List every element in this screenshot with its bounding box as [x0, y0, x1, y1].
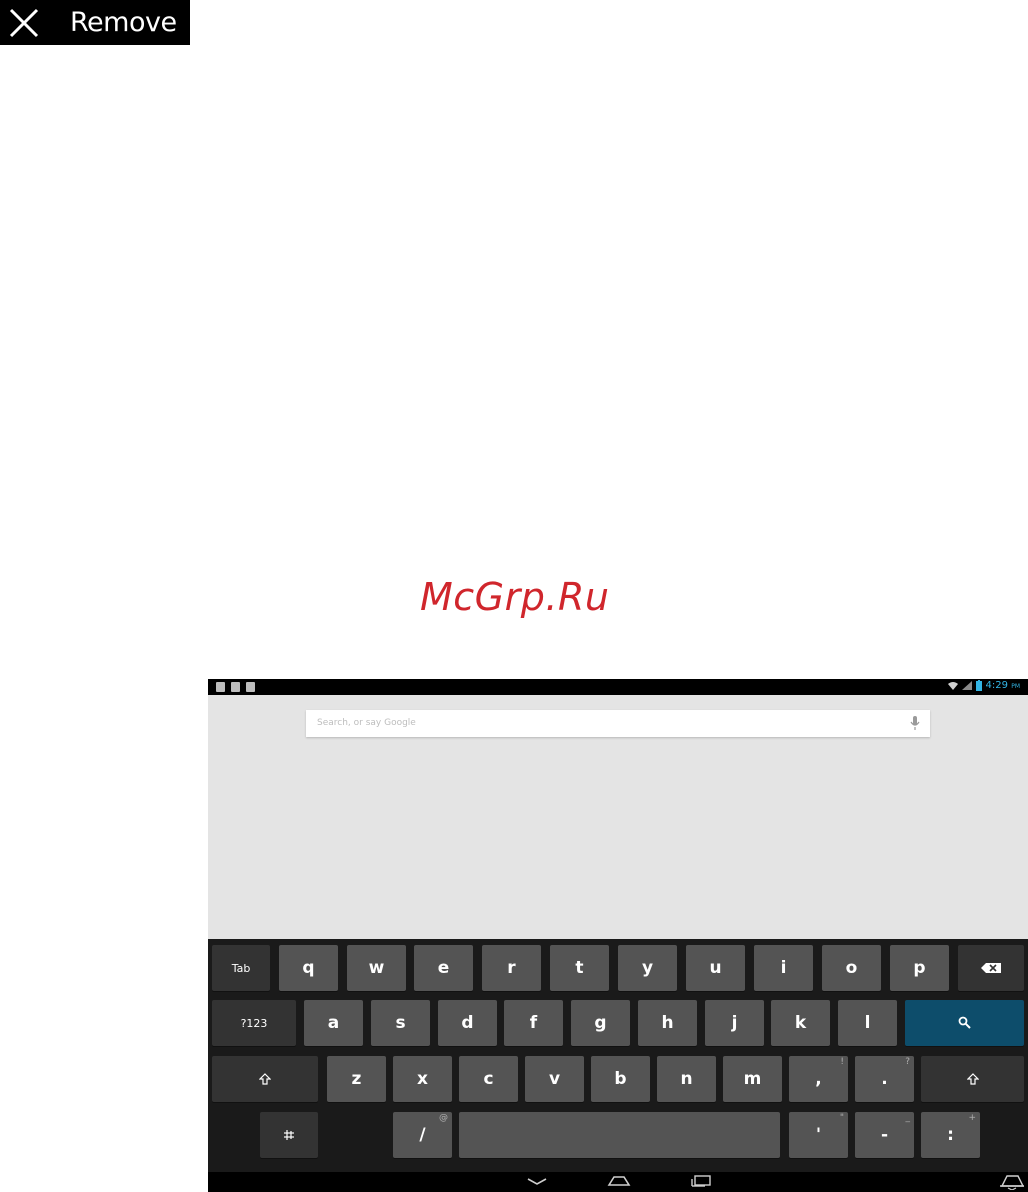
nav-back-icon[interactable]	[526, 1176, 548, 1186]
key-p[interactable]: p	[890, 945, 949, 991]
key-n[interactable]: n	[657, 1056, 716, 1102]
key-period[interactable]: . ?	[855, 1056, 914, 1102]
symbols-key[interactable]: ?123	[212, 1000, 296, 1046]
close-icon	[9, 8, 39, 37]
watermark: McGrp.Ru	[420, 575, 610, 619]
key-period-alt: ?	[905, 1057, 910, 1067]
key-dash[interactable]: - _	[855, 1112, 914, 1158]
key-colon-label: :	[947, 1125, 954, 1145]
key-d[interactable]: d	[438, 1000, 497, 1046]
key-c[interactable]: c	[459, 1056, 518, 1102]
remove-label: Remove	[70, 7, 177, 38]
key-period-label: .	[881, 1069, 888, 1089]
search-placeholder: Search, or say Google	[317, 718, 416, 728]
shift-key-left[interactable]	[212, 1056, 318, 1102]
key-j[interactable]: j	[705, 1000, 764, 1046]
nav-home-icon[interactable]	[607, 1175, 631, 1187]
keyboard-hide-icon[interactable]	[999, 1174, 1025, 1190]
settings-icon	[284, 1130, 294, 1140]
key-g[interactable]: g	[571, 1000, 630, 1046]
key-s[interactable]: s	[371, 1000, 430, 1046]
search-icon	[958, 1016, 971, 1029]
key-comma-label: ,	[815, 1069, 822, 1089]
key-apostrophe-alt: "	[839, 1113, 844, 1123]
key-q[interactable]: q	[279, 945, 338, 991]
backspace-icon	[981, 963, 1001, 973]
key-z[interactable]: z	[327, 1056, 386, 1102]
space-key[interactable]	[459, 1112, 780, 1158]
key-apostrophe[interactable]: ' "	[789, 1112, 848, 1158]
wifi-icon	[947, 682, 958, 690]
notification-image-icon	[231, 682, 240, 692]
key-slash-label: /	[419, 1125, 426, 1145]
keyboard: Tab q w e r t y u i o p ?123 a s d f g h…	[208, 939, 1028, 1192]
keyboard-settings-key[interactable]	[260, 1112, 318, 1158]
key-w[interactable]: w	[347, 945, 406, 991]
signal-icon	[961, 681, 972, 690]
tablet-screen: 4:29 PM Search, or say Google Tab q w e …	[208, 679, 1028, 1192]
key-b[interactable]: b	[591, 1056, 650, 1102]
key-f[interactable]: f	[504, 1000, 563, 1046]
battery-icon	[975, 680, 982, 691]
shift-icon	[259, 1073, 271, 1085]
key-slash[interactable]: / @	[393, 1112, 452, 1158]
clock: 4:29 PM	[985, 680, 1020, 691]
key-apostrophe-label: '	[815, 1125, 822, 1145]
shift-key-right[interactable]	[921, 1056, 1024, 1102]
key-y[interactable]: y	[618, 945, 677, 991]
tab-key[interactable]: Tab	[212, 945, 270, 991]
status-bar: 4:29 PM	[208, 679, 1028, 695]
search-key[interactable]	[905, 1000, 1024, 1046]
shift-icon	[966, 1073, 979, 1085]
key-colon[interactable]: : +	[921, 1112, 980, 1158]
key-i[interactable]: i	[754, 945, 813, 991]
notification-file-icon	[216, 682, 225, 692]
search-input[interactable]: Search, or say Google	[306, 710, 930, 737]
key-k[interactable]: k	[771, 1000, 830, 1046]
key-h[interactable]: h	[638, 1000, 697, 1046]
key-r[interactable]: r	[482, 945, 541, 991]
key-m[interactable]: m	[723, 1056, 782, 1102]
key-t[interactable]: t	[550, 945, 609, 991]
key-comma-alt: !	[840, 1057, 844, 1067]
key-colon-alt: +	[968, 1113, 976, 1123]
key-dash-alt: _	[905, 1113, 911, 1123]
key-x[interactable]: x	[393, 1056, 452, 1102]
mic-icon[interactable]	[910, 716, 920, 731]
key-l[interactable]: l	[838, 1000, 897, 1046]
key-u[interactable]: u	[686, 945, 745, 991]
navigation-bar	[208, 1172, 1028, 1192]
key-dash-label: -	[880, 1125, 889, 1145]
remove-button[interactable]: Remove	[0, 0, 190, 45]
key-o[interactable]: o	[822, 945, 881, 991]
key-e[interactable]: e	[414, 945, 473, 991]
nav-recents-icon[interactable]	[690, 1175, 712, 1187]
key-v[interactable]: v	[525, 1056, 584, 1102]
backspace-key[interactable]	[958, 945, 1024, 991]
key-comma[interactable]: , !	[789, 1056, 848, 1102]
key-a[interactable]: a	[304, 1000, 363, 1046]
key-slash-alt: @	[439, 1113, 448, 1123]
notification-store-icon	[246, 682, 255, 692]
